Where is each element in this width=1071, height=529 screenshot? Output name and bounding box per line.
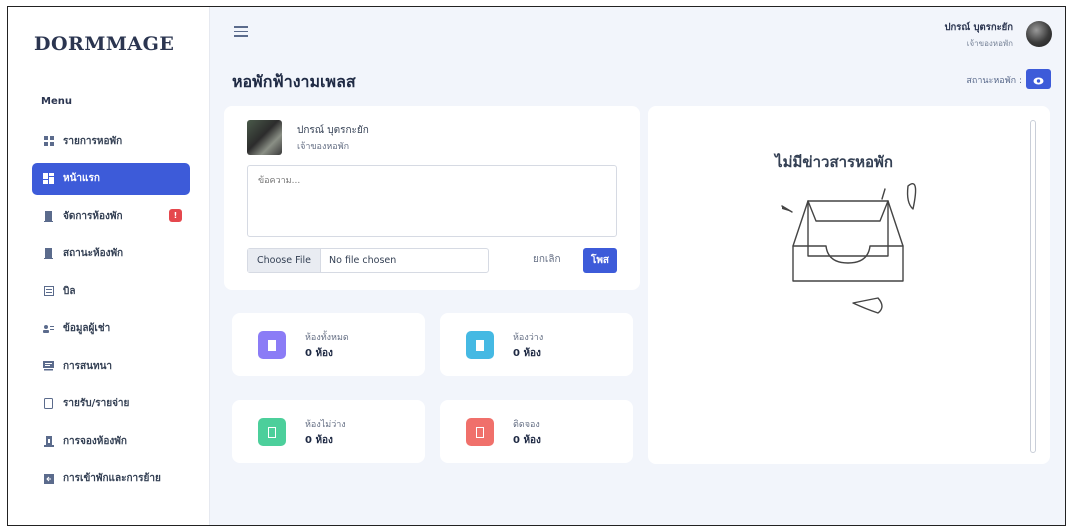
stat-label: ห้องทั้งหมด: [305, 333, 349, 343]
news-scrollbar[interactable]: [1030, 120, 1036, 453]
dashboard-icon: [43, 173, 54, 184]
sidebar-item-booking[interactable]: การจองห้องพัก: [32, 425, 190, 457]
empty-box-illustration: [781, 182, 917, 314]
chat-icon: [43, 361, 54, 372]
door-open-icon: [258, 418, 286, 446]
news-panel: ไม่มีข่าวสารหอพัก: [648, 106, 1050, 464]
sidebar-item-label: การสนทนา: [63, 360, 113, 372]
stat-value: 0 ห้อง: [513, 348, 541, 359]
sidebar-item-label: รายรับ/รายจ่าย: [63, 398, 130, 409]
door-icon: [43, 210, 54, 222]
choose-file-button[interactable]: Choose File: [248, 249, 321, 272]
hamburger-menu-icon[interactable]: [234, 26, 248, 37]
sidebar-item-label: การจองห้องพัก: [63, 435, 127, 447]
sidebar-item-label: รายการหอพัก: [63, 135, 123, 147]
sidebar-item-manage-rooms[interactable]: จัดการห้องพัก !: [32, 200, 190, 232]
user-role: เจ้าของหอพัก: [966, 39, 1013, 48]
stat-label: ห้องว่าง: [513, 333, 544, 343]
stat-value: 0 ห้อง: [305, 348, 333, 359]
sidebar-item-chat[interactable]: การสนทนา: [32, 350, 190, 382]
user-name: ปกรณ์ บุตรกะยัก: [944, 22, 1013, 33]
sidebar: DORMMAGE Menu รายการหอพัก หน้าแรก จัดการ…: [8, 7, 210, 525]
sidebar-item-dorm-list[interactable]: รายการหอพัก: [32, 125, 190, 157]
stat-occupied-rooms: ห้องไม่ว่าง 0 ห้อง: [232, 400, 425, 463]
dorm-status-label: สถานะหอพัก :: [966, 76, 1022, 86]
file-status: No file chosen: [329, 255, 397, 266]
sidebar-item-home[interactable]: หน้าแรก: [32, 162, 190, 195]
stat-total-rooms: ห้องทั้งหมด 0 ห้อง: [232, 313, 425, 376]
post-composer: ปกรณ์ บุตรกะยัก เจ้าของหอพัก Choose File…: [224, 106, 640, 290]
app-frame: DORMMAGE Menu รายการหอพัก หน้าแรก จัดการ…: [7, 6, 1066, 526]
stat-vacant-rooms: ห้องว่าง 0 ห้อง: [440, 313, 633, 376]
app-logo[interactable]: DORMMAGE: [34, 33, 174, 55]
file-input[interactable]: Choose File No file chosen: [247, 248, 489, 273]
author-role: เจ้าของหอพัก: [297, 142, 350, 152]
booking-icon: [43, 435, 54, 447]
users-icon: [43, 323, 54, 334]
stat-label: ห้องไม่ว่าง: [305, 420, 346, 430]
sidebar-nav: รายการหอพัก หน้าแรก จัดการห้องพัก ! สถาน…: [32, 125, 190, 500]
room-icon: [466, 331, 494, 359]
sidebar-item-label: สถานะห้องพัก: [63, 248, 124, 259]
door-open-icon: [466, 418, 494, 446]
sidebar-item-checkin-move[interactable]: การเข้าพักและการย้าย: [32, 463, 190, 495]
page-title: หอพักฟ้างามเพลส: [232, 72, 356, 91]
menu-title: Menu: [41, 96, 72, 107]
post-message-input[interactable]: [247, 165, 617, 237]
sidebar-item-label: หน้าแรก: [63, 173, 100, 184]
sidebar-item-tenants[interactable]: ข้อมูลผู้เช่า: [32, 313, 190, 345]
sidebar-item-label: การเข้าพักและการย้าย: [63, 473, 161, 484]
stat-label: ติดจอง: [513, 420, 540, 430]
stat-value: 0 ห้อง: [513, 435, 541, 446]
bill-icon: [43, 286, 54, 297]
stat-reserved-rooms: ติดจอง 0 ห้อง: [440, 400, 633, 463]
sidebar-item-room-status[interactable]: สถานะห้องพัก: [32, 238, 190, 270]
author-avatar: [247, 120, 282, 155]
cancel-button[interactable]: ยกเลิก: [533, 252, 561, 267]
wallet-icon: [43, 398, 54, 409]
room-icon: [258, 331, 286, 359]
user-menu[interactable]: ปกรณ์ บุตรกะยัก เจ้าของหอพัก: [945, 20, 1013, 50]
stat-value: 0 ห้อง: [305, 435, 333, 446]
sidebar-item-income-expense[interactable]: รายรับ/รายจ่าย: [32, 388, 190, 420]
author-name: ปกรณ์ บุตรกะยัก: [297, 125, 369, 136]
sidebar-item-label: บิล: [63, 285, 76, 297]
alert-badge: !: [169, 209, 182, 222]
grid-icon: [43, 136, 54, 147]
sidebar-item-bill[interactable]: บิล: [32, 275, 190, 307]
view-status-button[interactable]: [1026, 69, 1051, 89]
move-icon: [43, 473, 54, 484]
sidebar-item-label: จัดการห้องพัก: [63, 210, 123, 222]
eye-icon: [1033, 70, 1044, 89]
door-icon: [43, 248, 54, 259]
avatar[interactable]: [1026, 21, 1052, 47]
sidebar-item-label: ข้อมูลผู้เช่า: [63, 323, 111, 334]
post-button[interactable]: โพส: [583, 248, 617, 273]
